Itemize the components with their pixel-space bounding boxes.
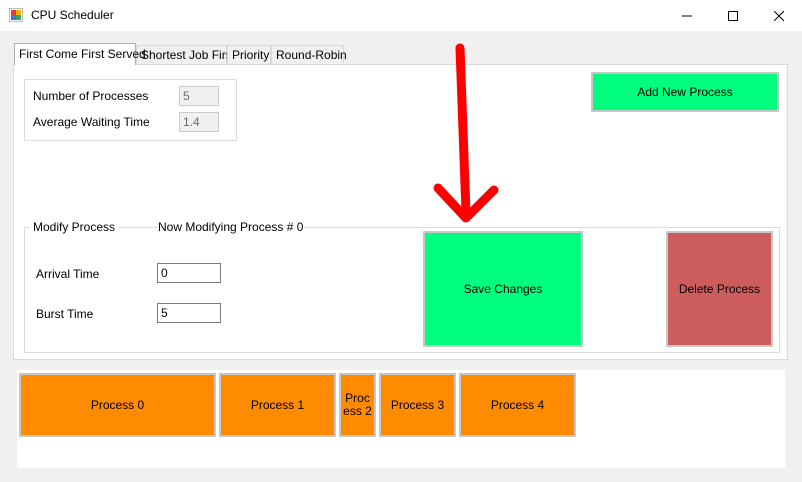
avg-wait-field <box>179 112 219 132</box>
tab-round-robin[interactable]: Round-Robin <box>271 45 347 64</box>
process-timeline: Process 0 Process 1 Proc ess 2 Process 3… <box>17 370 785 468</box>
num-processes-label: Number of Processes <box>33 89 149 103</box>
window-title: CPU Scheduler <box>31 8 114 22</box>
minimize-button[interactable] <box>664 0 710 31</box>
tab-priority[interactable]: Priority <box>227 45 271 64</box>
close-icon <box>774 10 784 21</box>
burst-time-label: Burst Time <box>36 307 94 321</box>
process-block[interactable]: Process 1 <box>219 373 336 437</box>
arrival-time-input[interactable] <box>157 263 221 283</box>
arrival-time-label: Arrival Time <box>36 267 100 281</box>
avg-wait-label: Average Waiting Time <box>33 115 150 129</box>
maximize-icon <box>728 10 738 21</box>
add-process-button[interactable]: Add New Process <box>591 72 779 112</box>
maximize-button[interactable] <box>710 0 756 31</box>
app-icon <box>9 8 23 22</box>
process-block[interactable]: Proc ess 2 <box>339 373 376 437</box>
num-processes-field <box>179 86 219 106</box>
save-changes-button[interactable]: Save Changes <box>423 231 583 347</box>
process-block[interactable]: Process 3 <box>379 373 456 437</box>
tab-panel: Number of Processes Average Waiting Time… <box>13 64 788 360</box>
close-button[interactable] <box>756 0 802 31</box>
tab-fcfs[interactable]: First Come First Served <box>14 43 146 65</box>
modify-group-title: Modify Process <box>30 220 119 234</box>
process-block[interactable]: Process 4 <box>459 373 576 437</box>
minimize-icon <box>682 15 692 16</box>
now-modifying-label: Now Modifying Process # 0 <box>157 220 305 234</box>
delete-process-button[interactable]: Delete Process <box>666 231 773 347</box>
title-bar: CPU Scheduler <box>0 0 802 31</box>
tab-sjf[interactable]: Shortest Job First <box>136 45 235 64</box>
process-block[interactable]: Process 0 <box>19 373 216 437</box>
stats-group: Number of Processes Average Waiting Time <box>24 79 237 141</box>
burst-time-input[interactable] <box>157 303 221 323</box>
